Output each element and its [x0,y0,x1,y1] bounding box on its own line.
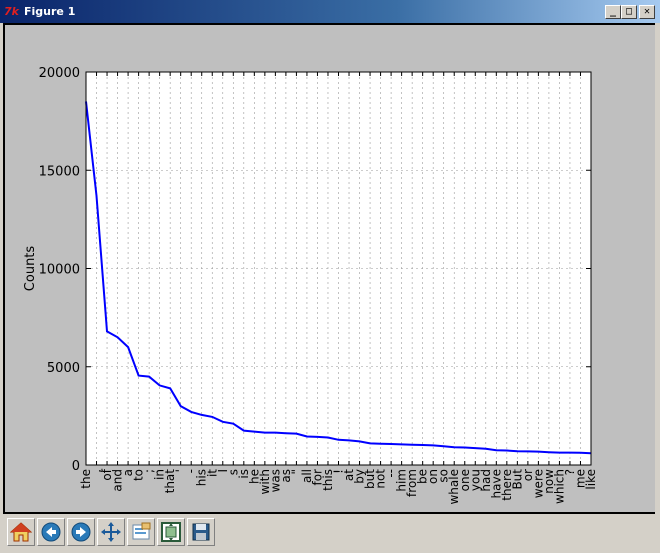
y-tick-label: 20000 [39,66,80,81]
home-button[interactable] [7,518,35,546]
floppy-disk-icon [192,523,210,541]
navigation-toolbar [0,514,660,553]
zoom-button[interactable] [127,518,155,546]
forward-button[interactable] [67,518,95,546]
subplots-icon [161,522,181,542]
arrow-right-icon [71,522,91,542]
x-tick-label: like [584,469,598,490]
title-bar[interactable]: 7k Figure 1 _ □ ✕ [0,0,660,23]
pan-button[interactable] [97,518,125,546]
y-tick-label: 5000 [47,361,80,376]
arrow-left-icon [41,522,61,542]
line-chart: 05000100001500020000the,ofandato;inthat'… [23,66,598,505]
subplots-button[interactable] [157,518,185,546]
home-icon [10,522,32,542]
zoom-rect-icon [132,522,151,540]
minimize-button[interactable]: _ [605,5,621,19]
tk-feather-icon: 7k [4,5,19,18]
window-title: Figure 1 [24,5,76,18]
y-tick-label: 15000 [39,164,80,179]
y-axis-label: Counts [23,246,38,292]
maximize-button[interactable]: □ [621,5,637,19]
save-button[interactable] [187,518,215,546]
figure-canvas: 0 5000 10000 15000 20000 the, of and a to; in that '… [5,25,655,512]
y-tick-label: 10000 [39,263,80,278]
back-button[interactable] [37,518,65,546]
close-button[interactable]: ✕ [639,5,655,19]
move-icon [101,522,121,542]
